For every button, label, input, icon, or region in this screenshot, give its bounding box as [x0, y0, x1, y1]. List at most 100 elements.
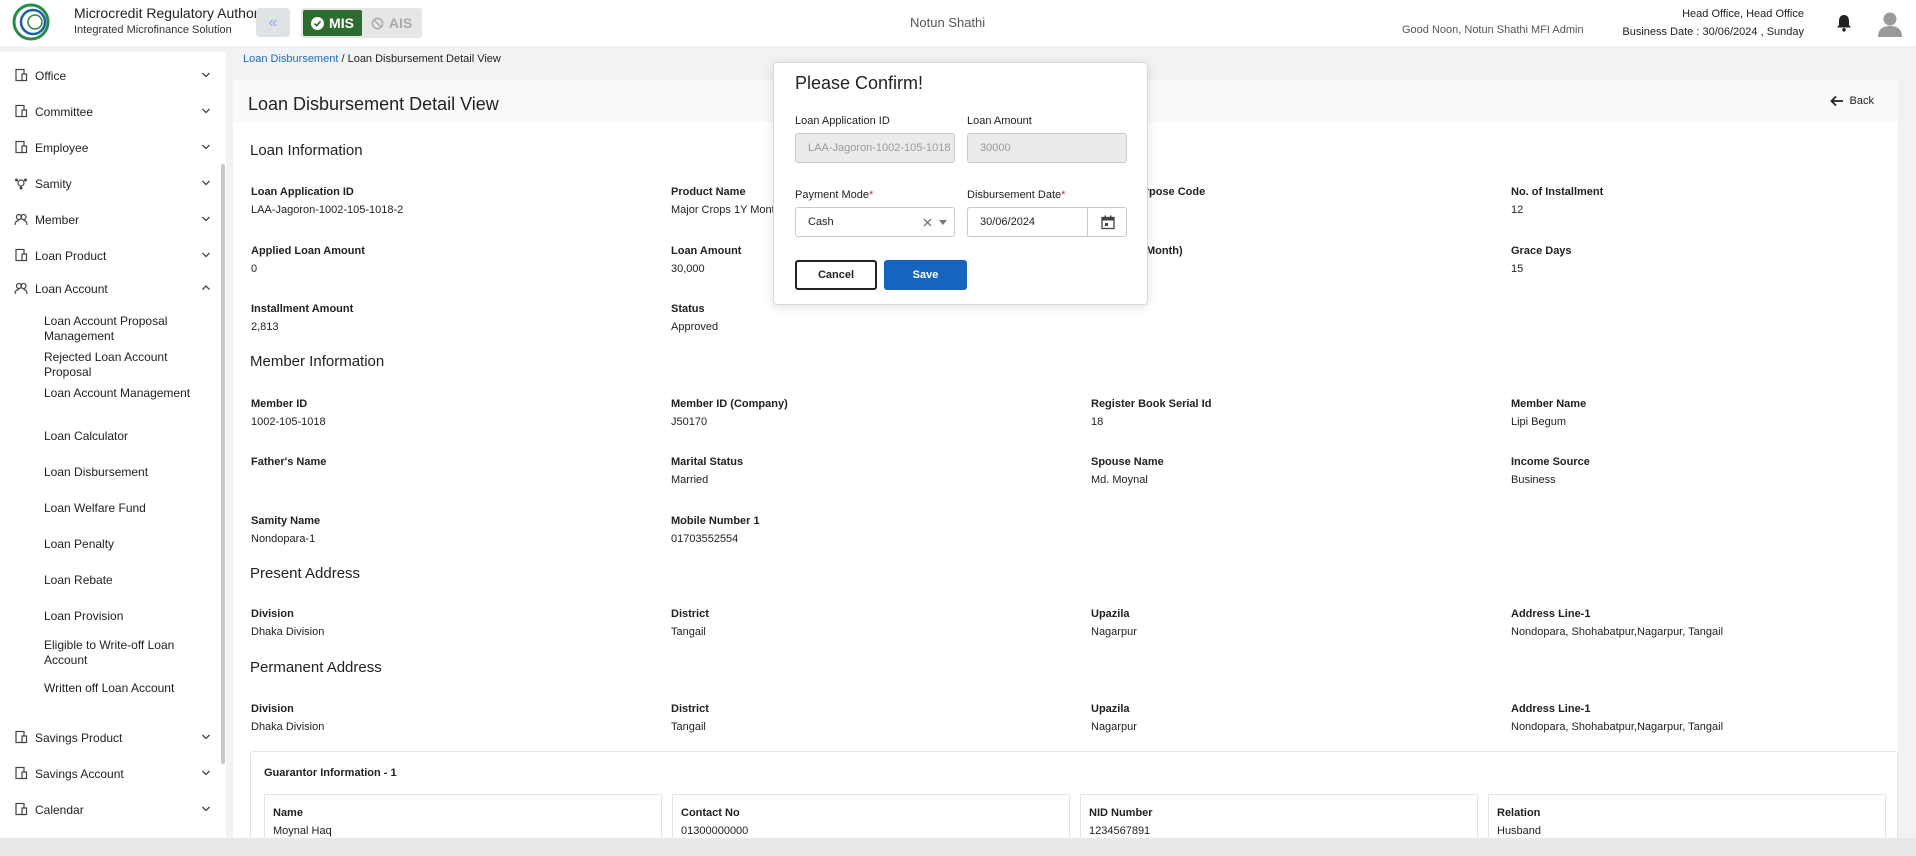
sidebar-subitem-loan-penalty[interactable]: Loan Penalty [44, 537, 214, 552]
sidebar-item-samity[interactable]: Samity [0, 172, 220, 196]
sidebar-subitem-eligible-write-off[interactable]: Eligible to Write-off Loan Account [44, 638, 214, 668]
field-label: Member ID [251, 398, 308, 410]
breadcrumb-link-loan-disbursement[interactable]: Loan Disbursement [243, 53, 338, 65]
chevron-down-icon [202, 734, 210, 740]
field-value: Nondopara, Shohabatpur,Nagarpur, Tangail [1511, 626, 1724, 638]
field-value: Husband [1497, 825, 1542, 837]
org-name: Notun Shathi [910, 15, 986, 30]
sidebar-item-loan-account[interactable]: Loan Account [0, 277, 220, 301]
loan-amount-value: 30000 [980, 142, 1011, 154]
field-value: Business [1511, 474, 1556, 486]
payment-mode-label-text: Payment Mode [795, 189, 869, 201]
bell-icon[interactable] [1836, 14, 1852, 32]
guarantor-cell-relation: Relation Husband [1488, 794, 1886, 844]
field-label: Division [251, 703, 294, 715]
guarantor-cell-name: Name Moynal Haq [264, 794, 662, 844]
field-label: Upazila [1091, 608, 1130, 620]
collapse-icon: « [268, 13, 278, 31]
field-value: 01703552554 [671, 533, 739, 545]
sidebar-subitem-loan-provision[interactable]: Loan Provision [44, 609, 214, 624]
back-button[interactable]: Back [1829, 95, 1874, 107]
section-title-present-address: Present Address [250, 565, 361, 582]
sidebar-subitem-rejected-proposal[interactable]: Rejected Loan Account Proposal [44, 350, 214, 380]
user-avatar-icon[interactable] [1876, 10, 1904, 38]
horizontal-scrollbar[interactable] [0, 838, 1916, 856]
dialog-title: Please Confirm! [795, 73, 924, 93]
sidebar-item-label: Employee [35, 141, 89, 155]
payment-mode-label: Payment Mode* [795, 189, 873, 201]
cancel-button[interactable]: Cancel [795, 260, 877, 290]
calendar-icon[interactable] [1101, 215, 1115, 230]
field-label: Product Name [671, 186, 746, 198]
field-value: 15 [1511, 263, 1524, 275]
disbursement-date-field[interactable]: 30/06/2024 [967, 207, 1127, 237]
field-label: Month) [1146, 245, 1183, 257]
clear-icon[interactable] [923, 218, 932, 227]
field-value: Nagarpur [1091, 721, 1137, 733]
field-label: Applied Loan Amount [251, 245, 365, 257]
ais-label: AIS [388, 15, 413, 31]
field-value: Married [671, 474, 709, 486]
samity-icon [15, 178, 27, 190]
field-value: Nondopara-1 [251, 533, 316, 545]
sidebar-subitem-loan-calculator[interactable]: Loan Calculator [44, 429, 214, 444]
field-value: Tangail [671, 626, 706, 638]
savings-account-icon [15, 766, 28, 780]
sidebar-subitem-loan-rebate[interactable]: Loan Rebate [44, 573, 214, 588]
field-value: 1234567891 [1089, 825, 1151, 837]
brand: Microcredit Regulatory Authority Integra… [74, 5, 272, 36]
ais-toggle[interactable]: AIS [363, 10, 420, 36]
sidebar-item-office[interactable]: Office [0, 64, 220, 88]
calendar-icon [15, 802, 28, 816]
sidebar-subitem-written-off[interactable]: Written off Loan Account [44, 681, 214, 696]
sidebar-item-employee[interactable]: Employee [0, 136, 220, 160]
payment-mode-select[interactable]: Cash [795, 207, 955, 237]
sidebar-subitem-loan-account-proposal[interactable]: Loan Account Proposal Management [44, 314, 214, 344]
disbursement-date-value: 30/06/2024 [980, 216, 1036, 228]
field-value: 0 [251, 263, 258, 275]
sidebar-item-loan-product[interactable]: Loan Product [0, 244, 220, 268]
mis-toggle[interactable]: MIS [303, 10, 362, 36]
user-greeting: Good Noon, Notun Shathi MFI Admin [1402, 24, 1584, 36]
sidebar-item-label: Committee [35, 105, 94, 119]
loan-application-id-value: LAA-Jagoron-1002-105-1018 [808, 142, 951, 154]
sidebar-item-calendar[interactable]: Calendar [0, 798, 220, 822]
section-title-loan-information: Loan Information [250, 142, 363, 159]
sidebar-scrollbar[interactable] [221, 164, 225, 764]
office-info: Head Office, Head Office Business Date :… [1622, 5, 1804, 41]
field-value: Lipi Begum [1511, 416, 1567, 428]
field-label: Spouse Name [1091, 456, 1164, 468]
field-label: Mobile Number 1 [671, 515, 760, 527]
back-label: Back [1849, 95, 1874, 107]
field-label: Loan Application ID [251, 186, 354, 198]
chevron-up-icon [202, 285, 210, 290]
sidebar-item-savings-product[interactable]: Savings Product [0, 726, 220, 750]
top-header: Microcredit Regulatory Authority Integra… [0, 0, 1916, 46]
breadcrumb-current: Loan Disbursement Detail View [347, 53, 501, 65]
payment-mode-value: Cash [808, 216, 834, 228]
module-switch[interactable]: MIS AIS [301, 8, 422, 38]
breadcrumb-separator: / [341, 53, 345, 65]
sidebar-item-member[interactable]: Member [0, 208, 220, 232]
employee-icon [15, 140, 28, 154]
brand-title: Microcredit Regulatory Authority [74, 5, 273, 21]
loan-amount-label: Loan Amount [967, 115, 1032, 127]
caret-down-icon[interactable] [939, 220, 947, 226]
sidebar-subitem-loan-disbursement[interactable]: Loan Disbursement [44, 465, 214, 480]
sidebar-item-savings-account[interactable]: Savings Account [0, 762, 220, 786]
sidebar-collapse-button[interactable]: « [256, 8, 290, 37]
save-button[interactable]: Save [884, 260, 967, 290]
savings-product-icon [15, 730, 28, 744]
field-value: Nagarpur [1091, 626, 1137, 638]
member-icon [14, 213, 28, 226]
sidebar-subitem-loan-account-management[interactable]: Loan Account Management [44, 386, 214, 401]
sidebar-subitem-loan-welfare-fund[interactable]: Loan Welfare Fund [44, 501, 214, 516]
sidebar-item-committee[interactable]: Committee [0, 100, 220, 124]
field-label: Address Line-1 [1511, 703, 1591, 715]
check-icon [311, 16, 325, 30]
field-label: Upazila [1091, 703, 1130, 715]
chevron-down-icon [202, 770, 210, 776]
section-title-member-information: Member Information [250, 353, 385, 370]
committee-icon [15, 104, 28, 118]
field-value: Dhaka Division [251, 626, 325, 638]
